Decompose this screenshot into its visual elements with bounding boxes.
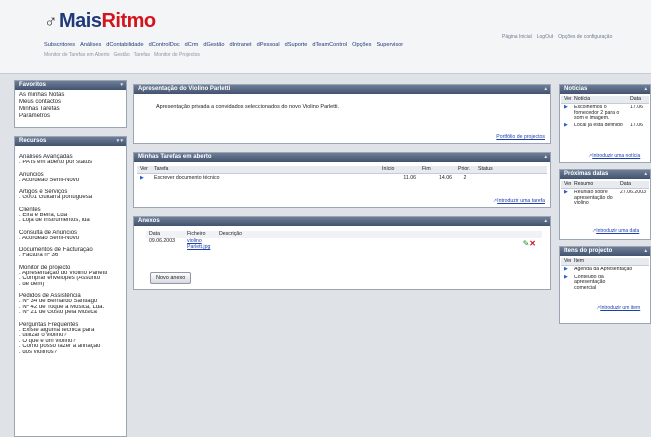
sub-navigation: Monitor de Tarefas em Aberto Gestão Tarefa… [44,52,204,58]
attachments-panel: Anexos ▴ Data Ficheiro Descrição 09.06.20… [133,216,551,290]
project-portfolio-link[interactable]: Portfólio de projectos [496,134,545,140]
nav-item[interactable]: dControlDoc [149,42,180,48]
table-row[interactable]: ▶ Local já está definido 17.06 [561,123,649,129]
table-row[interactable]: ▶ Escolhemos o fornecedor 2 para o som e… [561,105,649,122]
resources-panel: Recursos ▾ ▾ Análises Avançadas. PATs em … [14,136,127,437]
collapse-icon[interactable]: ▴ [644,86,647,92]
collapse-icon[interactable]: ▴ [544,86,547,92]
nav-item[interactable]: dPessoal [257,42,280,48]
nav-item[interactable]: dCrm [185,42,199,48]
home-link[interactable]: Página Inicial [502,34,532,40]
main-navigation: Subscritores Análises dContabilidade dContr… [44,42,408,48]
resource-group: Pedidos de Assistência. Nº 34 de Bernard… [15,293,126,316]
resource-group: Análises Avançadas. PATs em aberto por s… [15,154,126,166]
settings-link[interactable]: Opções de configuração [558,34,612,40]
subnav-item[interactable]: Gestão [114,52,130,58]
nav-item[interactable]: Supervisor [376,42,403,48]
mais-ritmo-logo[interactable]: ♂ MaisRitmo [44,10,156,33]
resource-group: Artigos e Serviços. G001 Guitarra portug… [15,189,126,201]
view-arrow-icon[interactable]: ▶ [561,123,571,129]
project-items-panel: Itens do projecto▴ Ver Item ▶ Agenda da … [559,246,651,324]
add-date-link[interactable]: ↗Introduzir uma data [592,228,639,234]
new-attachment-button[interactable]: Novo anexo [150,272,192,284]
nav-item[interactable]: Opções [352,42,371,48]
resource-group: Documentos de Facturação. Factura nº 36 [15,247,126,259]
resource-link[interactable]: . Nº 21 de Gosto pela Música [15,310,126,316]
subnav-item[interactable]: Monitor de Projectos [154,52,200,58]
resource-group: Perguntas Frequentes. Existe alguma técn… [15,322,126,356]
panel-header: Próximas datas ▴ [560,170,650,179]
nav-item[interactable]: dIntranet [230,42,252,48]
subnav-item[interactable]: Monitor de Tarefas em Aberto [44,52,110,58]
view-arrow-icon[interactable]: ▶ [561,275,571,292]
add-item-link[interactable]: ↗Introduzir um item [596,305,640,311]
attachments-table-header: Data Ficheiro Descrição [146,231,542,238]
project-panel: Apresentação do Violino Parletti ▴ Aprese… [133,84,551,144]
attachment-file-link[interactable]: Parlett.jpg [187,244,213,250]
logo-icon: ♂ [44,11,58,31]
panel-header: Minhas Tarefas em aberto ▴ [134,153,550,162]
nav-item[interactable]: dGestão [203,42,224,48]
view-arrow-icon[interactable]: ▶ [561,105,571,122]
nav-item[interactable]: Subscritores [44,42,75,48]
news-panel: Notícias▴ Ver Notícia Data ▶ Escolhemos … [559,84,651,163]
delete-icon[interactable]: ✕ [529,239,536,248]
resource-group: Monitor de projecto. Apresentação do Vio… [15,265,126,288]
app-header: ♂ MaisRitmo Subscritores Análises dContabil… [0,0,651,74]
resource-link[interactable]: . de dem) [15,282,126,288]
table-row: 09.06.2003 violino Parlett.jpg [146,238,542,250]
resources-list: Análises Avançadas. PATs em aberto por s… [15,146,126,355]
logout-link[interactable]: LogOut [537,34,553,40]
table-row[interactable]: ▶ Escrever documento técnico 11.06 14.06… [137,175,547,182]
dates-panel: Próximas datas▴ Ver Resumo Data ▶ Reuniã… [559,169,651,240]
resource-link[interactable]: . PATs em aberto por status [15,160,126,166]
collapse-icon[interactable]: ▴ [544,218,547,224]
nav-item[interactable]: dTeamControl [312,42,347,48]
panel-header: Itens do projecto ▴ [560,247,650,256]
resource-link[interactable]: . Acordeão Semi-Novo [15,236,126,242]
collapse-icon[interactable]: ▴ [644,248,647,254]
collapse-icon[interactable]: ▴ [644,171,647,177]
shortcut-item[interactable]: Meus contactos [15,99,126,106]
project-description: Apresentação privada a convidados selecc… [156,104,340,110]
panel-header: Notícias ▴ [560,85,650,94]
panel-header: Anexos ▴ [134,217,550,226]
nav-item[interactable]: Análises [80,42,101,48]
nav-item[interactable]: dContabilidade [106,42,143,48]
collapse-icon[interactable]: ▾ ▾ [117,138,123,144]
resource-group: Anúncios. Acordeão Semi-Novo [15,172,126,184]
add-news-link[interactable]: ↗Introduzir uma notícia [588,153,640,159]
subnav-item[interactable]: Tarefas [134,52,150,58]
table-row[interactable]: ▶ Agenda da Apresentação [561,267,649,273]
shortcut-item[interactable]: As minhas Notas [15,92,126,99]
tasks-panel: Minhas Tarefas em aberto ▴ Ver Tarefa Iní… [133,152,551,208]
news-table-header: Ver Notícia Data [561,96,649,104]
top-links: Página Inicial LogOut Opções de configuraç… [502,34,617,40]
tasks-table-header: Ver Tarefa Início Fim Prior. Status [137,166,547,174]
table-row[interactable]: ▶ Conteúdo da apresentação comercial [561,275,649,292]
collapse-icon[interactable]: ▴ [544,154,547,160]
resource-link[interactable]: . Factura nº 36 [15,253,126,259]
view-arrow-icon[interactable]: ▶ [561,190,571,207]
items-table-header: Ver Item [561,258,649,266]
resource-link[interactable]: . G001 Guitarra portuguesa [15,195,126,201]
dates-table-header: Ver Resumo Data [561,181,649,189]
resource-group: Consulta de Anúncios. Acordeão Semi-Novo [15,230,126,242]
panel-header: Apresentação do Violino Parletti ▴ [134,85,550,94]
view-arrow-icon[interactable]: ▶ [137,175,151,182]
add-task-link[interactable]: ↗Introduzir uma tarefa [493,198,545,204]
resource-link[interactable]: . Acordeão Semi-Novo [15,178,126,184]
shortcut-item[interactable]: Parâmetros [15,113,126,120]
table-row[interactable]: ▶ Reunião sobre apresentação do violino … [561,190,649,207]
nav-item[interactable]: dSuporte [285,42,308,48]
panel-header: Recursos ▾ ▾ [15,137,126,146]
view-arrow-icon[interactable]: ▶ [561,267,571,273]
collapse-icon[interactable]: ▾ [120,82,123,88]
resource-link[interactable]: . dos violinos? [15,350,126,356]
shortcut-item[interactable]: Minhas Tarefas [15,106,126,113]
resource-link[interactable]: . Loja de Instrumentos, lda [15,218,126,224]
shortcuts-panel: Favoritos ▾ As minhas Notas Meus contacto… [14,80,127,128]
resource-group: Clientes. Eira e Beira, Lda. Loja de Ins… [15,207,126,224]
panel-header: Favoritos ▾ [15,81,126,90]
